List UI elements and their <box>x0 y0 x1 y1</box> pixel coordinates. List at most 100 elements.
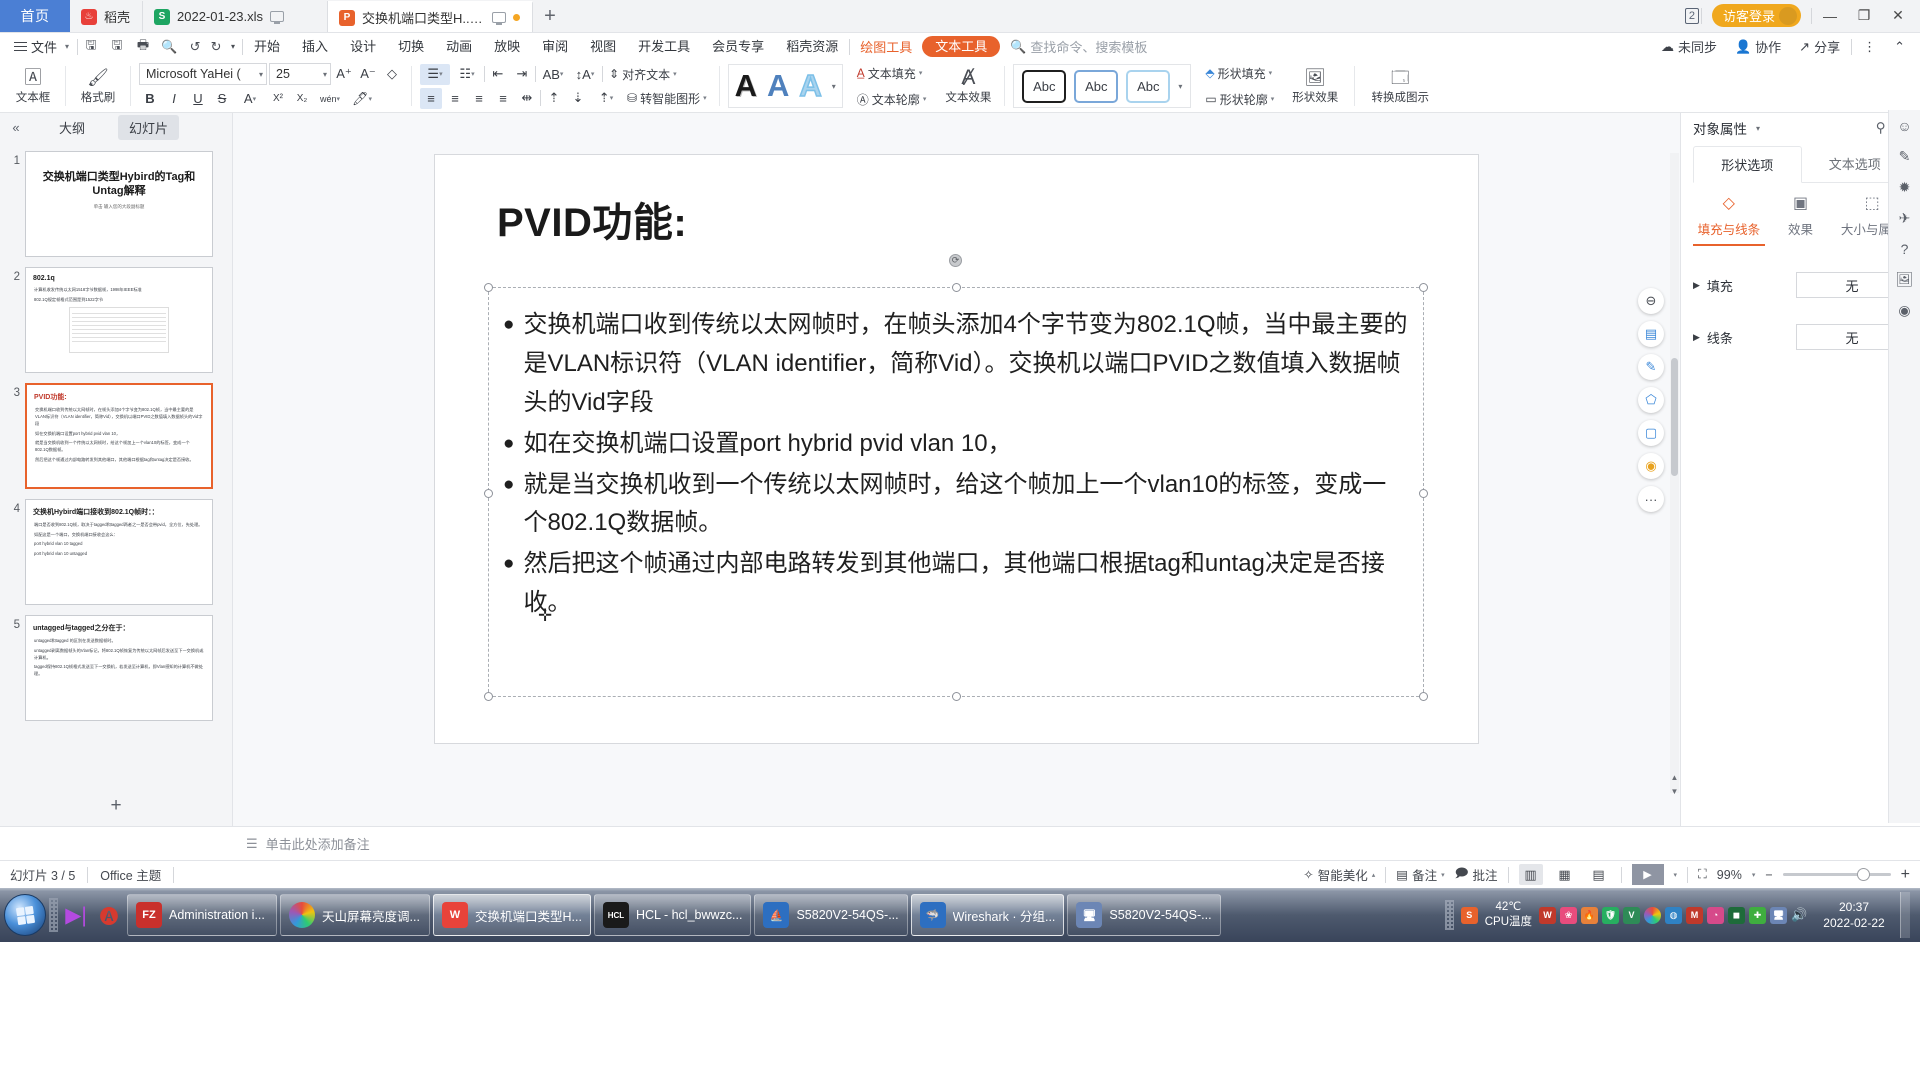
tab-slides[interactable]: 幻灯片 <box>118 115 180 140</box>
menu-item-design[interactable]: 设计 <box>339 33 387 60</box>
align-middle-button[interactable]: ⇣ <box>567 88 589 109</box>
zoom-out-button[interactable]: − <box>1765 868 1772 882</box>
more-icon[interactable]: ··· <box>1638 486 1664 512</box>
wordart-style-3[interactable]: A <box>799 68 823 104</box>
video-tray-icon[interactable]: V <box>1623 906 1640 924</box>
chevron-down-icon[interactable]: ▾ <box>1674 871 1678 879</box>
redo-icon[interactable]: ↻ <box>208 35 224 58</box>
home-tab[interactable]: 首页 <box>0 0 70 32</box>
new-tab-button[interactable]: + <box>533 1 567 32</box>
superscript-button[interactable]: X² <box>267 88 289 109</box>
slide-thumbnail-list[interactable]: 1 交换机端口类型Hybird的Tag和Untag解释 单击 输入您的大段副标题… <box>0 142 232 786</box>
pen-icon[interactable]: ✎ <box>1638 354 1664 380</box>
scroll-up-arrow-icon[interactable]: ▲ <box>1669 773 1680 786</box>
slide-thumbnail-item[interactable]: 5 untagged与tagged之分在于： untagged和tagged 的… <box>0 610 232 726</box>
menu-item-animation[interactable]: 动画 <box>435 33 483 60</box>
shape-outline-button[interactable]: ▭ 形状轮廓 ▾ <box>1201 89 1278 110</box>
subtab-fill-and-line[interactable]: ◇ 填充与线条 <box>1693 193 1765 246</box>
acrobat-icon[interactable]: 🅐 <box>94 898 124 932</box>
bullet-item[interactable]: ● 如在交换机端口设置port hybrid pvid vlan 10， <box>503 425 1409 464</box>
resize-handle-top-center[interactable] <box>952 283 961 292</box>
m-tray-icon[interactable]: M <box>1686 906 1703 924</box>
window-count-badge[interactable]: 2 <box>1684 7 1699 24</box>
notes-pane[interactable]: ☰ 单击此处添加备注 <box>0 826 1920 860</box>
taskbar-clock[interactable]: 20:37 2022-02-22 <box>1815 899 1893 931</box>
shape-fill-button[interactable]: ⬘ 形状填充 ▾ <box>1201 63 1278 84</box>
star-icon[interactable]: ✹ <box>1899 179 1911 196</box>
scrollbar-thumb[interactable] <box>1671 358 1678 476</box>
file-menu-button[interactable]: 文件 ▾ <box>6 35 77 58</box>
menu-item-start[interactable]: 开始 <box>243 33 291 60</box>
bold-button[interactable]: B <box>139 88 161 109</box>
line-spacing-button[interactable]: ↕A ▾ <box>570 64 600 85</box>
phonetic-guide-button[interactable]: wén ▾ <box>315 88 345 109</box>
maximize-button[interactable]: ❐ <box>1848 0 1880 32</box>
text-direction-button[interactable]: ⇡ ▾ <box>591 88 621 109</box>
menu-item-docer[interactable]: 稻壳资源 <box>775 33 849 60</box>
shield-tray-icon[interactable]: 🛡 <box>1602 906 1619 924</box>
comment-button[interactable]: 🗩 批注 <box>1455 864 1498 885</box>
wordart-style-2[interactable]: A <box>767 69 789 103</box>
menu-item-insert[interactable]: 插入 <box>291 33 339 60</box>
format-painter-button[interactable]: 🖌 格式刷 <box>74 61 122 111</box>
taskbar-button[interactable]: FZ Administration i... <box>127 894 277 936</box>
zoom-slider-knob[interactable] <box>1856 868 1870 881</box>
shape-style-1[interactable]: Abc <box>1022 69 1067 103</box>
close-button[interactable]: ✕ <box>1882 0 1914 32</box>
smart-beautify-button[interactable]: ✧ 智能美化 ▴ <box>1303 865 1375 884</box>
lightbulb-icon[interactable]: ◉ <box>1638 453 1664 479</box>
command-search[interactable]: 🔍 查找命令、搜索模板 <box>1010 37 1147 56</box>
collapse-panel-icon[interactable]: « <box>6 120 26 135</box>
slide-sorter-icon[interactable]: ▦ <box>1553 864 1577 885</box>
current-slide[interactable]: PVID功能: ⟳ ● 交换机端口收到传统以太网帧时，在帧头添加4个字节变为80… <box>435 155 1478 743</box>
expand-triangle-icon[interactable]: ▶ <box>1693 280 1700 291</box>
resize-handle-top-left[interactable] <box>484 283 493 292</box>
taskbar-button[interactable]: 🖥 S5820V2-54QS-... <box>1067 894 1221 936</box>
document-tab-presentation[interactable]: P 交换机端口类型H...和Untag解释 <box>328 1 534 32</box>
reading-view-icon[interactable]: ▤ <box>1587 864 1611 885</box>
add-slide-button[interactable]: + <box>0 786 232 826</box>
resize-handle-bottom-left[interactable] <box>484 692 493 701</box>
image-icon[interactable]: 🖼 <box>1896 271 1914 288</box>
menu-item-member[interactable]: 会员专享 <box>701 33 775 60</box>
subtab-effects[interactable]: ▣ 效果 <box>1765 193 1837 246</box>
strikethrough-button[interactable]: S <box>211 88 233 109</box>
menu-item-transition[interactable]: 切换 <box>387 33 435 60</box>
guest-login-button[interactable]: 访客登录 <box>1711 4 1801 27</box>
bullet-item[interactable]: ● 就是当交换机收到一个传统以太网帧时，给这个帧加上一个vlan10的标签，变成… <box>503 466 1409 544</box>
shape-style-3[interactable]: Abc <box>1126 69 1171 103</box>
resize-handle-middle-left[interactable] <box>484 489 493 498</box>
font-name-input[interactable]: Microsoft YaHei ( ▾ <box>139 63 267 85</box>
menu-item-slideshow[interactable]: 放映 <box>483 33 531 60</box>
subscript-button[interactable]: X₂ <box>291 88 313 109</box>
drop-tray-icon[interactable]: ◔ <box>1707 906 1724 924</box>
frame-icon[interactable]: ▢ <box>1638 420 1664 446</box>
green-tray-icon[interactable]: ◼ <box>1728 906 1745 924</box>
align-center-button[interactable]: ≡ <box>444 88 466 109</box>
justify-button[interactable]: ≡ <box>492 88 514 109</box>
print-preview-icon[interactable]: 🔍 <box>156 35 182 58</box>
pin-icon[interactable]: ⚲ <box>1876 120 1886 136</box>
globe-tray-icon[interactable]: ◍ <box>1665 906 1682 924</box>
slide-thumbnail-item-active[interactable]: 3 PVID功能: 交换机端口收到传统以太网帧时，在帧头添加4个字节变为802.… <box>0 378 232 494</box>
text-outline-button[interactable]: Ⓐ 文本轮廓 ▾ <box>853 89 931 110</box>
save-icon[interactable]: 🖫 <box>78 35 104 58</box>
collapse-ribbon-icon[interactable]: ⌃ <box>1887 39 1912 55</box>
slide-thumbnail-item[interactable]: 1 交换机端口类型Hybird的Tag和Untag解释 单击 输入您的大段副标题 <box>0 146 232 262</box>
shape-gallery-more-icon[interactable]: ▾ <box>1178 82 1182 91</box>
italic-button[interactable]: I <box>163 88 185 109</box>
resize-handle-bottom-right[interactable] <box>1419 692 1428 701</box>
resize-handle-top-right[interactable] <box>1419 283 1428 292</box>
tab-shape-options[interactable]: 形状选项 <box>1693 146 1802 183</box>
slide-thumbnail[interactable]: untagged与tagged之分在于： untagged和tagged 的区别… <box>25 615 213 721</box>
textbox-button[interactable]: 🄰 文本框 <box>9 61 57 111</box>
text-color-button[interactable]: A ▾ <box>235 88 265 109</box>
w-tray-icon[interactable]: W <box>1539 906 1556 924</box>
save-as-icon[interactable]: 🖫 <box>104 35 130 58</box>
document-tab-excel[interactable]: S 2022-01-23.xls <box>143 1 329 32</box>
sync-status-button[interactable]: ☁ 未同步 <box>1654 37 1724 56</box>
bullet-list-button[interactable]: ☰ ▾ <box>420 63 450 85</box>
context-tab-drawing-tools[interactable]: 绘图工具 <box>850 37 922 56</box>
rocket-icon[interactable]: ✈ <box>1899 210 1911 227</box>
volume-tray-icon[interactable]: 🔊 <box>1791 907 1808 924</box>
